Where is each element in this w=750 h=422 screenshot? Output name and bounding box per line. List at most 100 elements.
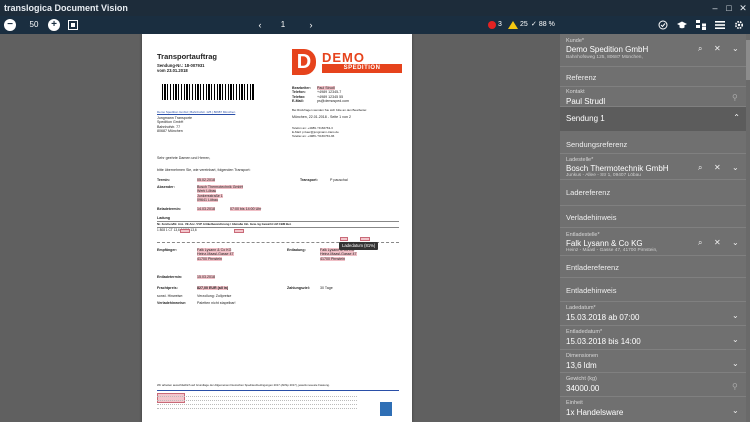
entladereferenz-placeholder: Entladereferenz — [566, 263, 619, 272]
entladehinweis-placeholder: Entladehinweis — [566, 286, 617, 295]
menu-icon[interactable] — [715, 20, 725, 30]
chevron-down-icon[interactable]: ⌄ — [732, 359, 739, 368]
kontakt-value[interactable]: Paul Strudl — [566, 97, 605, 106]
graduation-cap-icon[interactable] — [677, 20, 687, 30]
pin-icon[interactable]: ⚲ — [732, 382, 738, 391]
extraction-panel[interactable]: Kunde* Demo Spedition GmbH Bahnhofsweg 1… — [560, 34, 750, 422]
chevron-down-icon[interactable]: ⌄ — [732, 335, 739, 344]
close-button[interactable]: ✕ — [736, 0, 750, 16]
clear-icon[interactable]: ✕ — [714, 238, 721, 247]
next-page-button[interactable]: › — [306, 16, 316, 34]
app-title: translogica Document Vision — [4, 3, 128, 13]
check-circle-icon[interactable] — [658, 20, 668, 30]
document-viewer[interactable]: Transportauftrag Sendung-Nr.: 18-007931 … — [0, 34, 560, 422]
termin-value[interactable]: 05.02.2018 — [197, 178, 215, 183]
frachtpreis-value[interactable]: 827,00 EUR (all in) — [197, 286, 229, 290]
highlight-box[interactable] — [360, 237, 370, 241]
gear-icon[interactable] — [734, 20, 744, 30]
absender-label: Absender: — [157, 185, 175, 189]
table-row[interactable]: 1 808 1 CT 13,6 34000 13,6 — [157, 228, 197, 232]
entladedatum-value[interactable]: 15.03.2018 bis 14:00 — [566, 337, 641, 346]
warning-count: 25 — [520, 21, 528, 28]
chevron-up-icon[interactable]: ⌃ — [733, 113, 740, 122]
chevron-down-icon[interactable]: ⌄ — [732, 406, 739, 415]
clear-icon[interactable]: ✕ — [714, 163, 721, 172]
empfaenger-line-3: 41700 Pirnstein — [197, 256, 222, 261]
sendung-section-header[interactable]: Sendung 1 ⌃ — [560, 107, 750, 131]
dimensionen-value[interactable]: 13,6 ldm — [566, 361, 597, 370]
highlight-box[interactable] — [340, 237, 348, 241]
sendungsreferenz-field[interactable]: Sendungsreferenz — [560, 134, 750, 154]
pin-icon[interactable]: ⚲ — [732, 93, 738, 102]
search-icon[interactable]: ⌕ — [698, 163, 702, 173]
chevron-down-icon[interactable]: ⌄ — [732, 44, 739, 53]
entladehinweis-field[interactable]: Entladehinweis — [560, 278, 750, 302]
zoom-in-button[interactable]: + — [48, 19, 60, 31]
referenz-field[interactable]: Referenz — [560, 67, 750, 87]
contact-line-3: Telefax an: +4989 / 5166763-96 — [292, 134, 335, 138]
document-page[interactable]: Transportauftrag Sendung-Nr.: 18-007931 … — [142, 34, 412, 422]
beladetermin-value[interactable]: 14.03.2018 — [197, 207, 215, 212]
verlade-value: Paletten nicht stapelbar! — [197, 301, 236, 305]
entladetermin-value[interactable]: 15.03.2018 — [197, 275, 215, 280]
error-indicator[interactable]: 3 — [488, 16, 502, 34]
chevron-down-icon[interactable]: ⌄ — [732, 238, 739, 247]
gewicht-value[interactable]: 34000.00 — [566, 384, 599, 393]
ladestelle-value[interactable]: Bosch Thermotechnik GmbH — [566, 164, 669, 173]
beladezeit-text: 07:00 bis 14:00 Uhr — [230, 207, 262, 211]
kunde-value[interactable]: Demo Spedition GmbH — [566, 45, 648, 54]
highlight-box[interactable] — [157, 393, 185, 403]
verladehinweis-field[interactable]: Verladehinweis — [560, 206, 750, 228]
ladedatum-value[interactable]: 15.03.2018 ab 07:00 — [566, 313, 639, 322]
chevron-down-icon[interactable]: ⌄ — [732, 311, 739, 320]
empfaenger-line-1: Falk Lysann & Co KG — [197, 248, 232, 252]
minimize-button[interactable]: – — [708, 0, 722, 16]
einheit-field[interactable]: Einheit 1x Handelsware ⌄ — [560, 397, 750, 422]
absender-line-4: 09641 Löbau — [197, 198, 218, 203]
structure-icon[interactable] — [696, 20, 706, 30]
ladereferenz-field[interactable]: Ladereferenz — [560, 180, 750, 206]
zoom-out-button[interactable]: − — [4, 19, 16, 31]
search-icon[interactable]: ⌕ — [698, 44, 702, 54]
search-icon[interactable]: ⌕ — [698, 238, 702, 248]
warning-icon — [508, 21, 518, 29]
address-line-4: 80687 München — [157, 129, 183, 134]
beladezeit-value[interactable]: 07:00 bis 14:00 Uhr — [230, 207, 262, 211]
highlight-box[interactable] — [234, 229, 244, 233]
maximize-button[interactable]: □ — [722, 0, 736, 16]
error-count: 3 — [498, 21, 502, 28]
previous-page-button[interactable]: ‹ — [255, 16, 265, 34]
fit-page-icon[interactable] — [68, 20, 78, 30]
entladestelle-value[interactable]: Falk Lysann & Co KG — [566, 239, 643, 248]
referenz-placeholder: Referenz — [566, 73, 597, 82]
ladedatum-label: Ladedatum* — [566, 305, 596, 311]
transport-label: Transport: — [300, 178, 318, 182]
panel-scrollbar-thumb[interactable] — [746, 40, 750, 80]
chevron-down-icon[interactable]: ⌄ — [732, 163, 739, 172]
verlade-label: Verladehinweise: — [157, 301, 187, 305]
bearbeiter-value[interactable]: Paul Strudl — [317, 86, 335, 90]
ladestelle-label: Ladestelle* — [566, 157, 594, 163]
footer-text-line — [157, 396, 357, 397]
panel-scrollbar[interactable] — [746, 34, 750, 422]
ladestelle-field[interactable]: Ladestelle* Bosch Thermotechnik GmbH Jun… — [560, 154, 750, 180]
absender-line-3: Junkersstraße 1 — [197, 193, 223, 198]
warning-indicator[interactable]: 25 — [508, 16, 528, 34]
empfaenger-block[interactable]: Falk Lysann & Co KG Heinz-Maasl-Gasse 47… — [197, 248, 234, 261]
highlight-box[interactable] — [180, 229, 190, 233]
entladedatum-field[interactable]: Entladedatum* 15.03.2018 bis 14:00 ⌄ — [560, 326, 750, 350]
clear-icon[interactable]: ✕ — [714, 44, 721, 53]
ladedatum-field[interactable]: Ladedatum* 15.03.2018 ab 07:00 ⌄ — [560, 302, 750, 326]
dimensionen-field[interactable]: Dimensionen 13,6 ldm ⌄ — [560, 350, 750, 373]
bearbeiter-labels: Bearbeiter: Telefon: Telefax: E-Mail: — [292, 86, 311, 104]
gewicht-field[interactable]: Gewicht (kg) 34000.00 ⚲ — [560, 373, 750, 397]
kontakt-field[interactable]: Kontakt Paul Strudl ⚲ — [560, 87, 750, 107]
entladestelle-field[interactable]: Entladestelle* Falk Lysann & Co KG Heinz… — [560, 228, 750, 256]
ladereferenz-placeholder: Ladereferenz — [566, 188, 611, 197]
entladereferenz-field[interactable]: Entladereferenz — [560, 256, 750, 278]
einheit-value[interactable]: 1x Handelsware — [566, 408, 623, 417]
page-number[interactable]: 1 — [275, 16, 291, 34]
zoom-value[interactable]: 50 — [24, 16, 44, 34]
absender-block[interactable]: Bosch Thermotechnik GmbH Werk Löbau Junk… — [197, 185, 244, 203]
kunde-field[interactable]: Kunde* Demo Spedition GmbH Bahnhofsweg 1… — [560, 34, 750, 67]
